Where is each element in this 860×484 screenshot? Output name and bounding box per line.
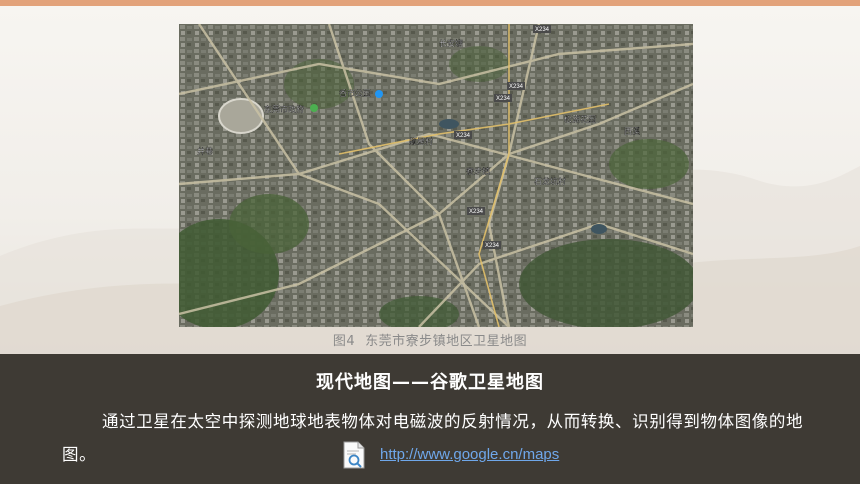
figure-caption: 图4 东莞市寮步镇地区卫星地图 [0, 330, 860, 349]
road-label: X234 [456, 133, 471, 139]
satellite-map-image: X234 X234 X234 X234 X234 X234 东莞市政府 寮步镇 … [179, 24, 693, 327]
map-label: 东莞市政府 [264, 104, 304, 114]
road-label: X234 [485, 243, 500, 249]
map-label: 井巷 [197, 146, 213, 156]
figure-caption-text: 东莞市寮步镇地区卫星地图 [365, 334, 528, 349]
road-label: X234 [509, 84, 524, 90]
map-label: 寮步镇 [466, 166, 490, 176]
google-maps-link[interactable]: http://www.google.cn/maps [380, 446, 559, 463]
road-label: X234 [535, 27, 550, 33]
road-label: X234 [496, 96, 511, 102]
map-label: 石龙坑村 [534, 176, 566, 186]
figure-number: 图4 [332, 334, 356, 349]
map-label: 香市公园 [339, 88, 371, 98]
road-label: X234 [469, 209, 484, 215]
document-search-icon[interactable] [340, 440, 368, 470]
section-heading: 现代地图——谷歌卫星地图 [316, 372, 544, 393]
map-label: 长安塘 [439, 38, 463, 48]
map-label: 西溪 [624, 126, 640, 136]
map-label: 松湖花园 [564, 114, 596, 124]
map-label: 颜屋村 [409, 136, 433, 146]
